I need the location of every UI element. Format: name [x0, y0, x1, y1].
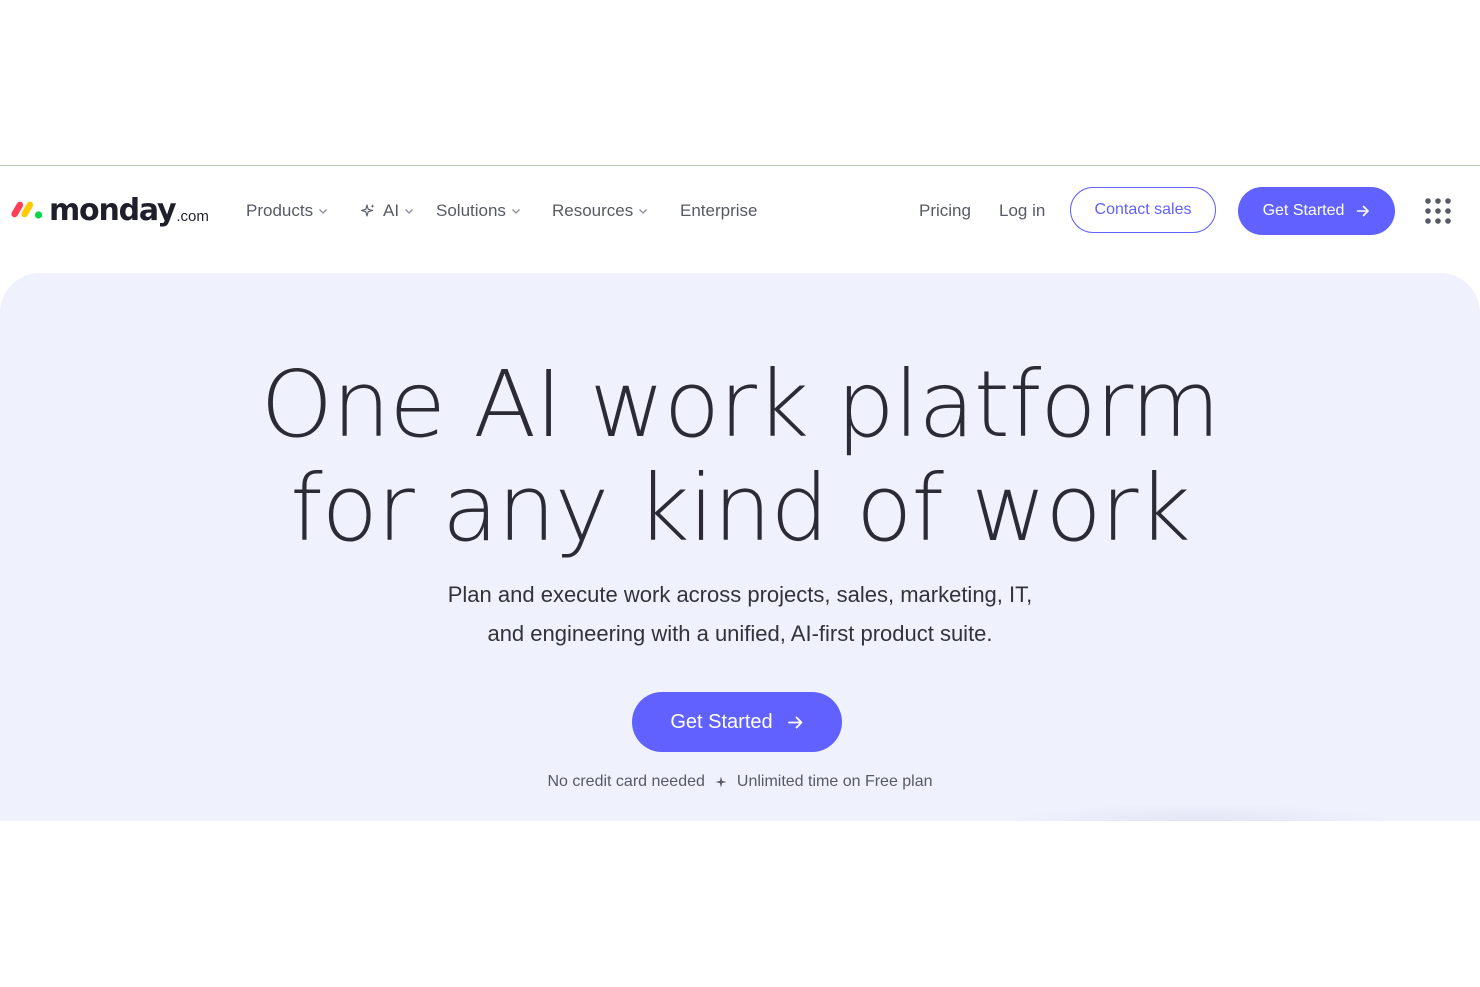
get-started-hero-button[interactable]: Get Started: [632, 692, 842, 752]
page: monday .com Products AI Solutions Resour…: [0, 0, 1480, 987]
free-plan-text: Unlimited time on Free plan: [736, 773, 933, 790]
hero-note: No credit card needed Unlimited time on …: [0, 773, 1480, 791]
nav-item-enterprise[interactable]: Enterprise: [680, 199, 757, 223]
pricing-link[interactable]: Pricing: [919, 199, 971, 223]
login-link[interactable]: Log in: [999, 199, 1045, 223]
hero-subtitle-line-2: and engineering with a unified, AI-first…: [487, 621, 993, 646]
contact-sales-label: Contact sales: [1094, 201, 1192, 218]
no-credit-card-text: No credit card needed: [547, 773, 705, 790]
arrow-right-icon: [1357, 205, 1370, 217]
nav-item-label: Enterprise: [680, 201, 758, 220]
hero-title-line-2: for any kind of work: [290, 455, 1190, 562]
nav-item-label: AI: [383, 201, 400, 220]
chevron-down-icon: [319, 209, 328, 214]
login-label: Log in: [999, 201, 1046, 220]
get-started-nav-button[interactable]: Get Started: [1238, 187, 1395, 235]
monday-logo[interactable]: monday .com: [10, 190, 209, 230]
grid-dots-icon[interactable]: [1424, 197, 1452, 225]
hero-section: One AI work platform for any kind of wor…: [0, 273, 1480, 821]
nav-item-label: Resources: [552, 201, 634, 220]
chevron-down-icon: [639, 209, 648, 214]
chevron-down-icon: [511, 209, 520, 214]
hero-title: One AI work platform for any kind of wor…: [0, 353, 1480, 561]
logo-tld: .com: [176, 207, 209, 225]
get-started-nav-label: Get Started: [1262, 202, 1345, 219]
monday-logo-mark-icon: [11, 201, 43, 219]
sparkle-icon: [715, 776, 727, 788]
sparkle-icon: [360, 204, 375, 217]
contact-sales-button[interactable]: Contact sales: [1070, 187, 1216, 233]
nav-item-label: Products: [246, 201, 314, 220]
decorative-shadow: [1010, 803, 1390, 821]
get-started-hero-label: Get Started: [670, 710, 773, 733]
logo-wordmark: monday: [49, 192, 177, 228]
nav-item-label: Solutions: [436, 201, 506, 220]
hero-subtitle-line-1: Plan and execute work across projects, s…: [447, 582, 1033, 607]
pricing-label: Pricing: [919, 201, 971, 220]
chevron-down-icon: [405, 209, 414, 214]
nav-item-solutions[interactable]: Solutions: [436, 199, 521, 223]
hero-title-line-1: One AI work platform: [260, 351, 1221, 458]
nav-item-resources[interactable]: Resources: [552, 199, 648, 223]
arrow-right-icon: [787, 716, 803, 728]
nav-item-products[interactable]: Products: [246, 199, 328, 223]
top-navigation: monday .com Products AI Solutions Resour…: [0, 166, 1480, 256]
hero-subtitle: Plan and execute work across projects, s…: [0, 575, 1480, 653]
nav-item-ai[interactable]: AI: [360, 199, 414, 223]
